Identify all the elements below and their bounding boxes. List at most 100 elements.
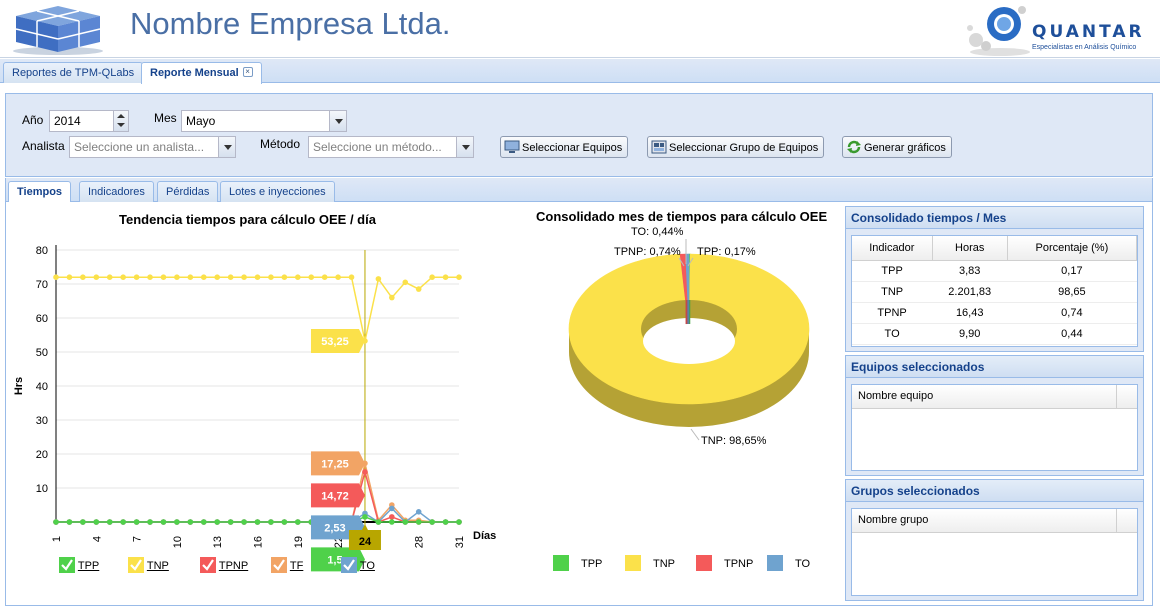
pie-legend-tnp[interactable]: TNP [625, 555, 675, 571]
data-point-tnp [120, 274, 126, 280]
main-tab-bar: Reportes de TPM-QLabs Reporte Mensual × [0, 59, 1160, 84]
pie-chart[interactable]: TO: 0,44% TPNP: 0,74% TPP: 0,17% TNP: 98,65… [541, 224, 841, 574]
data-point-tnp [415, 286, 422, 292]
table-row[interactable]: TPP 3,83 0,17 [852, 260, 1137, 282]
data-point-tnp [254, 274, 261, 280]
data-point-tpp [442, 519, 449, 525]
cell: TO [852, 323, 933, 345]
method-select[interactable]: Seleccione un método... [308, 136, 474, 158]
tab-reportes-tpm[interactable]: Reportes de TPM-QLabs [3, 62, 144, 83]
legend-item-to[interactable]: TO [341, 557, 375, 573]
pie-label-tpnp: TPNP: 0,74% [614, 246, 681, 258]
pie-legend-tpnp[interactable]: TPNP [696, 555, 753, 571]
data-point-tnp [80, 274, 86, 280]
col-porcentaje[interactable]: Porcentaje (%) [1007, 236, 1138, 261]
year-stepper[interactable]: 2014 [49, 110, 129, 132]
tab-perdidas[interactable]: Pérdidas [157, 181, 219, 202]
col-nombre-grupo[interactable]: Nombre grupo [852, 509, 1137, 533]
year-spin-icon[interactable] [113, 111, 128, 131]
pie-legend-to[interactable]: TO [767, 555, 810, 571]
chevron-down-icon[interactable] [329, 111, 346, 131]
data-point-tnp [147, 274, 153, 280]
quantar-logo: QUANTAR Especialistas en Análisis Químic… [964, 2, 1156, 58]
callout-label-tnp: 53,25 [321, 336, 349, 348]
analyst-label: Analista [22, 139, 65, 153]
x-axis-label: Días [473, 530, 496, 542]
tab-indicadores[interactable]: Indicadores [79, 181, 154, 202]
pie-legend-tpp[interactable]: TPP [553, 555, 602, 571]
refresh-icon [847, 140, 861, 154]
month-select[interactable]: Mayo [181, 110, 347, 132]
analyst-placeholder: Seleccione un analista... [74, 140, 205, 154]
button-label: Seleccionar Grupo de Equipos [669, 142, 819, 154]
legend-item-tpnp[interactable]: TPNP [200, 557, 248, 573]
table-row[interactable]: TO 9,90 0,44 [852, 323, 1137, 345]
data-point-tpp [133, 519, 140, 525]
legend-item-tnp[interactable]: TNP [128, 557, 169, 573]
y-tick-label: 10 [36, 483, 48, 495]
data-point-tpp [227, 519, 234, 525]
y-tick-label: 20 [36, 449, 48, 461]
chevron-down-icon[interactable] [218, 137, 235, 157]
series-line-tf [56, 463, 459, 523]
cell: 2.201,83 [932, 281, 1008, 303]
tab-label: Tiempos [17, 186, 63, 198]
x-tick-group: 7 [132, 536, 144, 542]
equipment-panel: Equipos seleccionados Nombre equipo [845, 355, 1144, 476]
tab-reporte-mensual[interactable]: Reporte Mensual × [141, 62, 262, 84]
data-point-tpp [241, 519, 247, 525]
consolidated-table: Indicador Horas Porcentaje (%) TPP 3,83 0,… [852, 236, 1138, 345]
x-tick-group: 31 [454, 536, 466, 548]
data-point-tpp [120, 519, 126, 525]
data-point-tnp [214, 274, 220, 280]
y-tick-label: 80 [36, 245, 48, 257]
col-indicador[interactable]: Indicador [852, 236, 933, 261]
cell: 98,65 [1007, 281, 1137, 303]
data-point-tnp [106, 274, 113, 280]
x-tick-label: 13 [212, 536, 224, 548]
cell: 3,83 [932, 260, 1008, 282]
tab-tiempos[interactable]: Tiempos [8, 181, 72, 202]
data-point-tpp [147, 519, 153, 525]
table-row[interactable]: TPNP 16,43 0,74 [852, 302, 1137, 324]
y-axis-label-group: Hrs [13, 377, 25, 395]
pie-chart-title: Consolidado mes de tiempos para cálculo … [536, 209, 828, 224]
equipment-grid: Nombre equipo [851, 384, 1138, 471]
pie-label-tnp: TNP: 98,65% [701, 435, 767, 447]
analyst-select[interactable]: Seleccione un analista... [69, 136, 236, 158]
legend-label: TPNP [724, 558, 754, 570]
x-tick-label: 1 [51, 536, 63, 542]
data-point-tpp [389, 519, 395, 525]
legend-item-tpp[interactable]: TPP [59, 557, 99, 573]
y-tick-label: 30 [36, 415, 48, 427]
data-point-tpp [160, 519, 167, 525]
quantar-brand: QUANTAR [1032, 22, 1145, 42]
generate-charts-button[interactable]: Generar gráficos [842, 136, 952, 158]
cell: TPP [852, 260, 933, 282]
table-row[interactable]: TNP 2.201,83 98,65 [852, 281, 1137, 303]
col-horas[interactable]: Horas [932, 236, 1008, 261]
checkbox-checked-icon [128, 557, 144, 573]
x-highlight-label: 24 [359, 536, 372, 548]
tab-label: Indicadores [88, 186, 145, 198]
close-icon[interactable]: × [242, 67, 253, 77]
col-nombre-equipo[interactable]: Nombre equipo [852, 385, 1137, 409]
data-point-tpp [362, 514, 368, 520]
data-point-tnp [348, 274, 355, 280]
data-point-tnp [200, 274, 207, 280]
data-point-tpp [214, 519, 220, 525]
series-line-tnp [56, 276, 459, 342]
tab-lotes[interactable]: Lotes e inyecciones [220, 181, 335, 202]
select-equipment-button[interactable]: Seleccionar Equipos [500, 136, 629, 158]
select-group-button[interactable]: Seleccionar Grupo de Equipos [647, 136, 825, 158]
x-tick-label: 19 [293, 536, 305, 548]
data-point-tpp [429, 519, 435, 525]
pie-label-leader [690, 428, 700, 441]
x-tick-group: 19 [293, 536, 305, 548]
legend-item-tf[interactable]: TF [271, 557, 303, 573]
x-tick-label: 31 [454, 536, 466, 548]
trend-chart[interactable]: 10203040506070801 4 7 10 13 16 19 22 28 31 DíasHrs… [6, 220, 506, 605]
chevron-down-icon[interactable] [456, 137, 473, 157]
legend-label: TNP [146, 560, 169, 572]
groups-title: Grupos seleccionados [846, 480, 1143, 502]
